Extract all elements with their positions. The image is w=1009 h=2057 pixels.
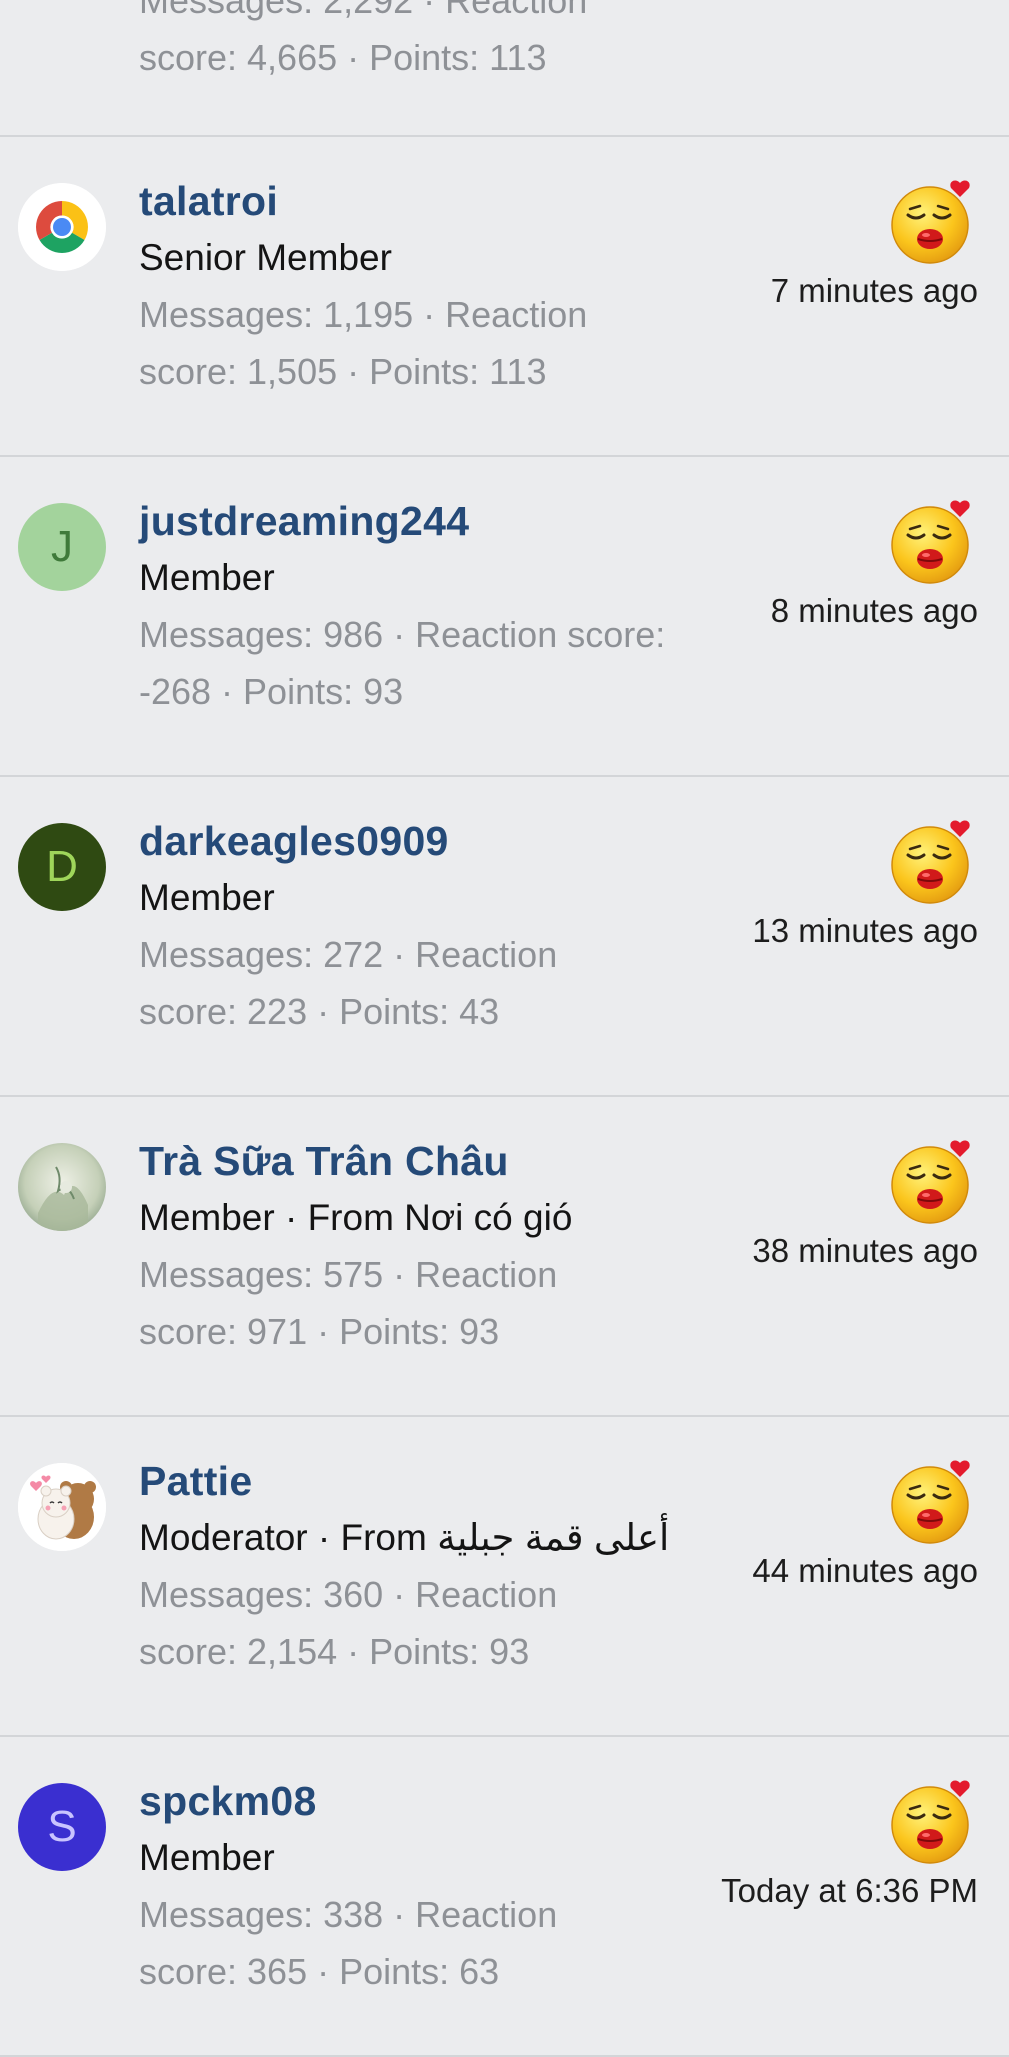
timestamp[interactable]: 38 minutes ago [752,1232,978,1270]
avatar[interactable]: J [18,503,106,591]
bears-hug-icon [18,1463,106,1551]
kiss-emoji-icon [891,1460,970,1544]
member-role: Member · From Nơi có gió [139,1197,573,1239]
reaction-icon[interactable] [890,1139,978,1225]
member-list: Messages: 2,292 · Reaction score: 4,665 … [0,0,1009,2057]
member-stats: Messages: 272 · Reaction score: 223 · Po… [139,934,558,1033]
reaction-info: 7 minutes ago [771,179,978,310]
member-role: Member [139,557,275,599]
avatar-letter: J [51,522,73,571]
timestamp[interactable]: Today at 6:36 PM [721,1872,978,1910]
member-stats: Messages: 360 · Reaction score: 2,154 · … [139,1574,558,1673]
username-link[interactable]: spckm08 [139,1778,729,1824]
member-info: darkeagles0909 Member Messages: 272 · Re… [139,818,729,1040]
reaction-icon[interactable] [890,819,978,905]
list-item[interactable]: D darkeagles0909 Member Messages: 272 · … [0,777,1009,1097]
reaction-info: 8 minutes ago [771,499,978,630]
username-link[interactable]: darkeagles0909 [139,818,729,864]
avatar-letter: S [47,1802,77,1851]
avatar[interactable]: D [18,823,106,911]
timestamp[interactable]: 13 minutes ago [752,912,978,950]
reaction-info: 38 minutes ago [752,1139,978,1270]
kiss-emoji-icon [891,1780,970,1864]
username-link[interactable]: Trà Sữa Trân Châu [139,1138,729,1184]
reaction-icon[interactable] [890,179,978,265]
member-stats: Messages: 2,292 · Reaction score: 4,665 … [139,0,588,78]
reaction-info: 13 minutes ago [752,819,978,950]
kiss-emoji-icon [891,820,970,904]
member-role: Moderator · From أعلى قمة جبلية [139,1517,670,1559]
chrome-icon [18,183,106,271]
reaction-info: Today at 6:36 PM [721,1779,978,1910]
kiss-emoji-icon [891,1140,970,1224]
list-item[interactable]: J justdreaming244 Member Messages: 986 ·… [0,457,1009,777]
avatar[interactable] [18,1463,106,1551]
kiss-emoji-icon [891,500,970,584]
member-info: Trà Sữa Trân Châu Member · From Nơi có g… [139,1138,729,1360]
member-info: talatroi Senior Member Messages: 1,195 ·… [139,178,729,400]
username-link[interactable]: talatroi [139,178,729,224]
member-role: Member [139,877,275,919]
list-item-partial: Messages: 2,292 · Reaction score: 4,665 … [0,0,1009,137]
avatar[interactable] [18,183,106,271]
avatar[interactable] [18,1143,106,1231]
member-stats: Messages: 1,195 · Reaction score: 1,505 … [139,294,588,393]
member-info: justdreaming244 Member Messages: 986 · R… [139,498,729,720]
avatar-letter: D [46,842,78,891]
member-role: Senior Member [139,237,392,279]
member-stats: Messages: 575 · Reaction score: 971 · Po… [139,1254,558,1353]
username-link[interactable]: justdreaming244 [139,498,729,544]
reaction-icon[interactable] [890,1779,978,1865]
member-info: Pattie Moderator · From أعلى قمة جبلية M… [139,1458,729,1680]
kiss-emoji-icon [891,180,970,264]
member-info: spckm08 Member Messages: 338 · Reaction … [139,1778,729,2000]
timestamp[interactable]: 8 minutes ago [771,592,978,630]
timestamp[interactable]: 7 minutes ago [771,272,978,310]
member-role: Member [139,1837,275,1879]
timestamp[interactable]: 44 minutes ago [752,1552,978,1590]
member-stats: Messages: 986 · Reaction score: -268 · P… [139,614,666,713]
reaction-icon[interactable] [890,499,978,585]
list-item[interactable]: talatroi Senior Member Messages: 1,195 ·… [0,137,1009,457]
reaction-icon[interactable] [890,1459,978,1545]
username-link[interactable]: Pattie [139,1458,729,1504]
landscape-photo-icon [18,1143,106,1231]
list-item[interactable]: Pattie Moderator · From أعلى قمة جبلية M… [0,1417,1009,1737]
list-item[interactable]: Trà Sữa Trân Châu Member · From Nơi có g… [0,1097,1009,1417]
member-stats: Messages: 338 · Reaction score: 365 · Po… [139,1894,558,1993]
list-item[interactable]: S spckm08 Member Messages: 338 · Reactio… [0,1737,1009,2057]
avatar[interactable]: S [18,1783,106,1871]
reaction-info: 44 minutes ago [752,1459,978,1590]
